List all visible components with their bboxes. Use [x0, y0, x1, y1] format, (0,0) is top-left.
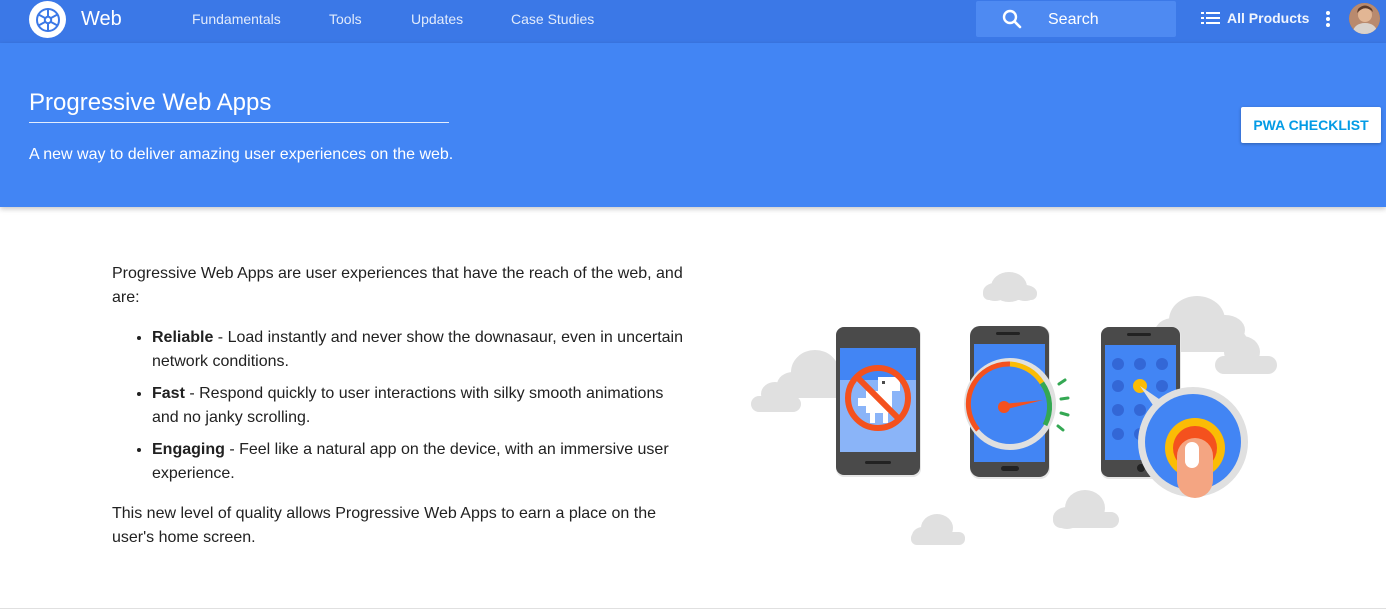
- pwa-illustration: [751, 272, 1277, 545]
- more-vert-icon[interactable]: [1323, 10, 1333, 28]
- feature-reliable: Reliable - Load instantly and never show…: [152, 326, 692, 374]
- feature-title: Engaging: [152, 441, 225, 458]
- feature-text: - Respond quickly to user interactions w…: [152, 385, 664, 426]
- feature-text: - Load instantly and never show the down…: [152, 329, 683, 370]
- feature-text: - Feel like a natural app on the device,…: [152, 441, 669, 482]
- page-subtitle: A new way to deliver amazing user experi…: [29, 146, 454, 163]
- feature-list: Reliable - Load instantly and never show…: [152, 326, 692, 486]
- intro-article: Progressive Web Apps are user experience…: [112, 262, 692, 566]
- feature-engaging: Engaging - Feel like a natural app on th…: [152, 438, 692, 486]
- web-logo-icon[interactable]: [29, 1, 66, 38]
- feature-fast: Fast - Respond quickly to user interacti…: [152, 382, 692, 430]
- feature-title: Reliable: [152, 329, 214, 346]
- top-app-bar: Web Fundamentals Tools Updates Case Stud…: [0, 0, 1386, 43]
- nav-case-studies[interactable]: Case Studies: [511, 11, 594, 27]
- list-icon: [1201, 12, 1220, 24]
- divider: [0, 608, 1386, 609]
- page-title: Progressive Web Apps: [29, 89, 272, 116]
- outro-paragraph: This new level of quality allows Progres…: [112, 505, 656, 546]
- pwa-checklist-button[interactable]: PWA CHECKLIST: [1241, 107, 1381, 143]
- cloud-icon: [983, 272, 1037, 302]
- offline-phone-icon: [836, 327, 921, 477]
- avatar[interactable]: [1349, 3, 1380, 34]
- site-brand[interactable]: Web: [81, 8, 122, 31]
- intro-paragraph: Progressive Web Apps are user experience…: [112, 265, 683, 306]
- cloud-icon: [911, 514, 965, 545]
- search-icon: [1002, 9, 1022, 29]
- search-placeholder: Search: [1048, 11, 1099, 28]
- search-box[interactable]: Search: [976, 1, 1176, 37]
- feature-title: Fast: [152, 385, 185, 402]
- cloud-icon: [1053, 490, 1119, 529]
- all-products-button[interactable]: All Products: [1201, 10, 1309, 26]
- speedometer-phone-icon: [964, 326, 1070, 479]
- nav-tools[interactable]: Tools: [329, 11, 362, 27]
- title-underline: [29, 122, 449, 123]
- all-products-label: All Products: [1227, 10, 1310, 26]
- nav-fundamentals[interactable]: Fundamentals: [192, 11, 281, 27]
- hero-banner: Progressive Web Apps A new way to delive…: [0, 43, 1386, 207]
- nav-updates[interactable]: Updates: [411, 11, 463, 27]
